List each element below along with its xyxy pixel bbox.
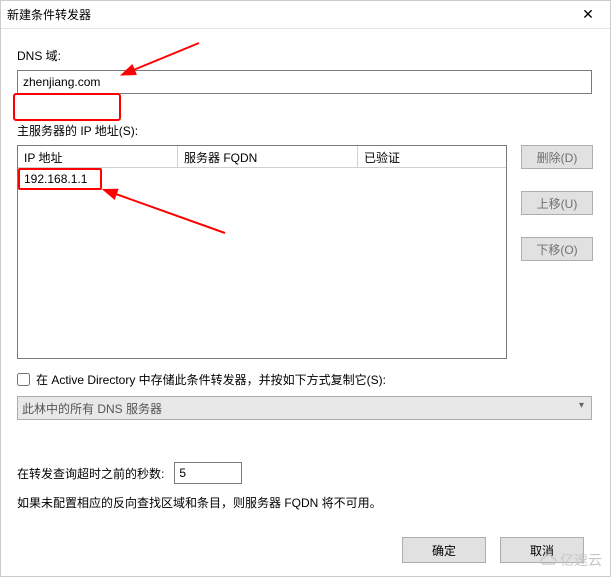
col-header-ip: IP 地址 bbox=[18, 146, 178, 167]
timeout-seconds-input[interactable] bbox=[174, 462, 242, 484]
grid-header: IP 地址 服务器 FQDN 已验证 bbox=[18, 146, 506, 168]
master-servers-grid[interactable]: IP 地址 服务器 FQDN 已验证 192.168.1.1 bbox=[17, 145, 507, 359]
move-up-button[interactable]: 上移(U) bbox=[521, 191, 593, 215]
timeout-label: 在转发查询超时之前的秒数: bbox=[17, 465, 164, 482]
dialog-title: 新建条件转发器 bbox=[7, 6, 91, 23]
store-in-ad-label: 在 Active Directory 中存储此条件转发器，并按如下方式复制它(S… bbox=[36, 371, 386, 388]
cell-validated bbox=[190, 176, 202, 182]
conditional-forwarder-dialog: 新建条件转发器 ✕ DNS 域: 主服务器的 IP 地址(S): IP 地址 服… bbox=[0, 0, 611, 577]
delete-button[interactable]: 删除(D) bbox=[521, 145, 593, 169]
cell-ip[interactable]: 192.168.1.1 bbox=[18, 169, 178, 189]
dns-domain-input[interactable] bbox=[17, 70, 592, 94]
dns-domain-label: DNS 域: bbox=[17, 47, 594, 64]
col-header-validated: 已验证 bbox=[358, 146, 506, 167]
move-down-button[interactable]: 下移(O) bbox=[521, 237, 593, 261]
fqdn-unavailable-note: 如果未配置相应的反向查找区域和条目，则服务器 FQDN 将不可用。 bbox=[17, 494, 594, 511]
col-header-fqdn: 服务器 FQDN bbox=[178, 146, 358, 167]
side-button-column: 删除(D) 上移(U) 下移(O) bbox=[521, 145, 593, 359]
ok-button[interactable]: 确定 bbox=[402, 537, 486, 563]
store-in-ad-checkbox[interactable] bbox=[17, 373, 30, 386]
master-servers-label: 主服务器的 IP 地址(S): bbox=[17, 122, 594, 139]
cell-fqdn bbox=[178, 176, 190, 182]
table-row[interactable]: 192.168.1.1 bbox=[18, 168, 506, 190]
replication-scope-select bbox=[17, 396, 592, 420]
close-icon[interactable]: ✕ bbox=[572, 3, 604, 27]
watermark: 亿速云 bbox=[540, 550, 602, 570]
titlebar: 新建条件转发器 ✕ bbox=[1, 1, 610, 29]
annotation-highlight-domain bbox=[13, 93, 121, 121]
